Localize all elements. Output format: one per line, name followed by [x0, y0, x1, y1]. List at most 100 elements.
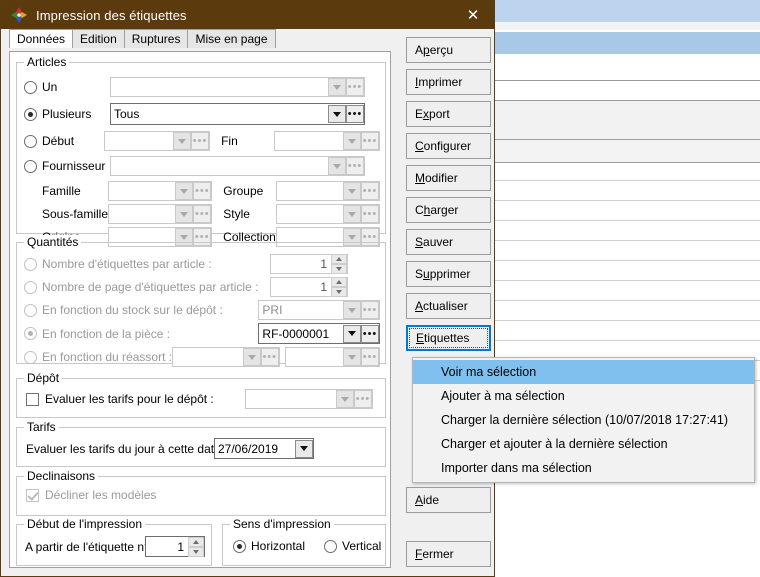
- chevron-down-icon[interactable]: [342, 132, 361, 150]
- nb-etiquettes-stepper[interactable]: 1: [270, 254, 348, 274]
- radio-articles-plusieurs[interactable]: [24, 107, 37, 121]
- menu-item[interactable]: Charger et ajouter à la dernière sélecti…: [413, 432, 754, 456]
- radio-stock-sur-depot[interactable]: [24, 303, 37, 317]
- radio-en-fonction-du-reassort[interactable]: [24, 350, 37, 364]
- articles-famille-field[interactable]: •••: [108, 181, 213, 201]
- button-charger[interactable]: Charger: [406, 197, 491, 223]
- radio-articles-un[interactable]: [24, 80, 37, 94]
- radio-nb-etiquettes-par-article[interactable]: [24, 257, 37, 271]
- tab-donn-es[interactable]: Données: [9, 29, 74, 48]
- chevron-down-icon[interactable]: [336, 390, 354, 408]
- chevron-down-icon[interactable]: [175, 205, 194, 223]
- etiquette-start-stepper[interactable]: 1: [145, 536, 205, 557]
- tab-edition[interactable]: Edition: [72, 29, 125, 48]
- button-modifier[interactable]: Modifier: [406, 165, 491, 191]
- articles-sousfamille-field[interactable]: •••: [108, 204, 213, 224]
- stock-depot-combo[interactable]: PRI •••: [258, 300, 380, 320]
- tarifs-row: Evaluer les tarifs du jour à cette date …: [26, 438, 382, 459]
- browse-ellipsis-button[interactable]: •••: [360, 132, 379, 150]
- chevron-down-icon[interactable]: [342, 205, 361, 223]
- menu-item[interactable]: Voir ma sélection: [413, 360, 754, 384]
- browse-ellipsis-button[interactable]: •••: [346, 105, 364, 123]
- close-icon[interactable]: ✕: [452, 1, 494, 29]
- browse-ellipsis-button[interactable]: •••: [346, 157, 364, 175]
- depot-combo[interactable]: •••: [245, 389, 373, 409]
- tab-ruptures[interactable]: Ruptures: [123, 29, 189, 48]
- browse-ellipsis-button[interactable]: •••: [360, 182, 379, 200]
- chevron-down-icon[interactable]: [328, 157, 346, 175]
- browse-ellipsis-button[interactable]: •••: [260, 348, 279, 366]
- checkbox-decliner-les-modeles[interactable]: [26, 488, 39, 502]
- chevron-down-icon[interactable]: [242, 348, 261, 366]
- quantites-row-label: En fonction du réassort :: [42, 350, 173, 364]
- chevron-down-icon[interactable]: [295, 439, 313, 458]
- browse-ellipsis-button[interactable]: •••: [361, 301, 379, 319]
- button-fermer[interactable]: Fermer: [406, 541, 491, 567]
- spinner-up-icon[interactable]: [188, 536, 204, 547]
- etiquettes-context-menu[interactable]: Voir ma sélection Ajouter à ma sélection C…: [412, 357, 755, 483]
- chevron-down-icon[interactable]: [173, 132, 192, 150]
- reassort-combo-2[interactable]: •••: [284, 347, 380, 367]
- nb-pages-stepper[interactable]: 1: [270, 277, 348, 297]
- menu-item[interactable]: Charger la dernière sélection (10/07/201…: [413, 408, 754, 432]
- spinner-buttons[interactable]: [188, 536, 204, 557]
- browse-ellipsis-button[interactable]: •••: [360, 205, 379, 223]
- browse-ellipsis-button[interactable]: •••: [191, 132, 210, 150]
- browse-ellipsis-button[interactable]: •••: [346, 78, 364, 96]
- button-sauver[interactable]: Sauver: [406, 229, 491, 255]
- chevron-down-icon[interactable]: [342, 182, 361, 200]
- radio-nb-pages-par-article[interactable]: [24, 280, 37, 294]
- reassort-combo-1[interactable]: •••: [172, 347, 280, 367]
- button-actualiser[interactable]: Actualiser: [406, 293, 491, 319]
- browse-ellipsis-button[interactable]: •••: [361, 348, 379, 366]
- articles-style-field[interactable]: •••: [275, 204, 380, 224]
- spinner-down-icon[interactable]: [331, 264, 347, 274]
- browse-ellipsis-button[interactable]: •••: [354, 390, 372, 408]
- spinner-buttons[interactable]: [331, 254, 347, 274]
- tarifs-date-combo[interactable]: 27/06/2019: [214, 438, 314, 459]
- group-quantites: Quantités Nombre d'étiquettes par articl…: [16, 235, 386, 367]
- button-export[interactable]: Export: [406, 101, 491, 127]
- articles-plusieurs-field[interactable]: Tous •••: [110, 103, 365, 125]
- button-etiquettes[interactable]: Etiquettes: [406, 325, 491, 351]
- button-aide[interactable]: Aide: [406, 487, 491, 513]
- button-configurer[interactable]: Configurer: [406, 133, 491, 159]
- radio-articles-debut[interactable]: [24, 134, 37, 148]
- articles-fournisseur-field[interactable]: •••: [110, 156, 365, 176]
- browse-ellipsis-button[interactable]: •••: [193, 205, 212, 223]
- articles-debut-field[interactable]: •••: [104, 131, 211, 151]
- chevron-down-icon[interactable]: [343, 348, 361, 366]
- radio-sens-vertical[interactable]: [324, 539, 337, 553]
- menu-item[interactable]: Importer dans ma sélection: [413, 456, 754, 480]
- articles-groupe-field[interactable]: •••: [275, 181, 380, 201]
- menu-item[interactable]: Ajouter à ma sélection: [413, 384, 754, 408]
- chevron-down-icon[interactable]: [328, 78, 346, 96]
- radio-en-fonction-de-la-piece[interactable]: [24, 327, 37, 340]
- group-depot: Dépôt Evaluer les tarifs pour le dépôt :…: [16, 371, 386, 418]
- articles-un-field[interactable]: •••: [110, 77, 365, 97]
- browse-ellipsis-button[interactable]: •••: [193, 182, 212, 200]
- chevron-down-icon[interactable]: [175, 182, 194, 200]
- aide-button-wrap: Aide: [406, 487, 491, 519]
- radio-articles-fournisseur[interactable]: [24, 159, 37, 173]
- debut-impression-row: A partir de l'étiquette n° : 1: [25, 536, 205, 557]
- browse-ellipsis-button[interactable]: •••: [361, 324, 379, 343]
- debut-impression-label: A partir de l'étiquette n° :: [25, 539, 156, 554]
- button-imprimer[interactable]: Imprimer: [406, 69, 491, 95]
- checkbox-evaluer-tarifs-depot[interactable]: [26, 392, 39, 406]
- spinner-up-icon[interactable]: [331, 254, 347, 264]
- spinner-down-icon[interactable]: [331, 287, 347, 297]
- chevron-down-icon[interactable]: [343, 301, 361, 319]
- chevron-down-icon[interactable]: [343, 324, 361, 343]
- articles-fin-field[interactable]: •••: [274, 131, 380, 151]
- spinner-up-icon[interactable]: [331, 277, 347, 287]
- radio-sens-horizontal[interactable]: [233, 539, 246, 553]
- piece-combo[interactable]: RF-0000001 •••: [258, 323, 380, 344]
- app-diamond-icon: [10, 6, 28, 24]
- chevron-down-icon[interactable]: [328, 105, 346, 123]
- button-supprimer[interactable]: Supprimer: [406, 261, 491, 287]
- spinner-buttons[interactable]: [331, 277, 347, 297]
- tab-mise-en-page[interactable]: Mise en page: [187, 29, 276, 48]
- button-aper-u[interactable]: Aperçu: [406, 37, 491, 63]
- spinner-down-icon[interactable]: [188, 546, 204, 557]
